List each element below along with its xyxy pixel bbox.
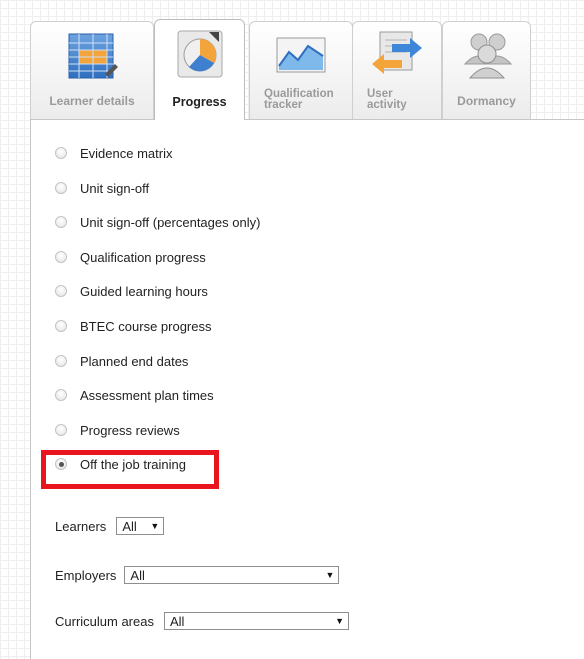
radio-label: Assessment plan times: [80, 388, 214, 404]
curriculum-areas-filter-label: Curriculum areas: [55, 613, 154, 629]
radio-button[interactable]: [55, 147, 67, 159]
radio-label: Unit sign-off: [80, 180, 150, 196]
tab-label: Dormancy: [457, 94, 516, 108]
tab-dormancy[interactable]: Dormancy: [442, 21, 531, 119]
curriculum-areas-filter: Curriculum areas All ▼: [55, 612, 349, 630]
learners-filter-label: Learners: [55, 518, 107, 534]
radio-button[interactable]: [55, 216, 67, 229]
radio-label: Evidence matrix: [80, 146, 173, 161]
employers-select[interactable]: All ▼: [124, 566, 340, 584]
radio-button[interactable]: [55, 423, 67, 436]
radio-label: Progress reviews: [80, 422, 180, 438]
tab-label: Qualification tracker: [250, 88, 352, 111]
learners-select-value: All: [122, 518, 137, 534]
user-activity-icon: [372, 31, 422, 74]
learners-select[interactable]: All ▼: [116, 517, 165, 535]
tab-label-line2: tracker: [264, 99, 303, 111]
progress-pie-chart-icon: [177, 30, 222, 78]
radio-button[interactable]: [55, 181, 67, 194]
tab-label-line2: activity: [367, 99, 407, 111]
radio-label: BTEC course progress: [80, 318, 212, 334]
tab-qualification-tracker[interactable]: Qualification tracker: [249, 21, 353, 119]
radio-option-evidence-matrix[interactable]: Evidence matrix: [55, 146, 260, 181]
radio-option-assessment-plan-times[interactable]: Assessment plan times: [55, 388, 260, 423]
radio-button[interactable]: [55, 354, 67, 367]
radio-option-progress-reviews[interactable]: Progress reviews: [55, 423, 260, 458]
employers-filter-label: Employers: [55, 567, 117, 583]
tab-label: Progress: [172, 95, 227, 109]
learner-details-icon: [68, 33, 118, 79]
radio-option-planned-end-dates[interactable]: Planned end dates: [55, 354, 260, 389]
learners-filter: Learners All ▼: [55, 517, 165, 535]
dormancy-users-icon: [463, 33, 512, 79]
tab-learner-details[interactable]: Learner details: [30, 21, 154, 119]
radio-button[interactable]: [55, 319, 67, 332]
curriculum-areas-select-value: All: [169, 613, 185, 629]
tab-label: User activity: [353, 88, 441, 111]
chevron-down-icon: ▼: [325, 570, 335, 580]
radio-button[interactable]: [55, 389, 67, 402]
chevron-down-icon: ▼: [150, 521, 160, 531]
radio-button-selected[interactable]: [55, 458, 67, 471]
radio-button[interactable]: [55, 250, 67, 263]
report-type-radio-group: Evidence matrix Unit sign-off Unit sign-…: [55, 146, 260, 492]
radio-label: Unit sign-off (percentages only): [80, 215, 261, 231]
radio-option-unit-sign-off-percentages[interactable]: Unit sign-off (percentages only): [55, 215, 260, 250]
radio-option-qualification-progress[interactable]: Qualification progress: [55, 250, 260, 285]
employers-filter: Employers All ▼: [55, 566, 340, 584]
report-options-panel: Evidence matrix Unit sign-off Unit sign-…: [30, 119, 584, 659]
report-tabs: Learner details Progress Qualification t…: [30, 19, 584, 120]
curriculum-areas-select[interactable]: All ▼: [163, 612, 349, 630]
tab-progress[interactable]: Progress: [154, 19, 245, 120]
radio-button[interactable]: [55, 285, 67, 298]
employers-select-value: All: [130, 567, 145, 583]
tab-user-activity[interactable]: User activity: [352, 21, 442, 119]
chevron-down-icon: ▼: [335, 616, 344, 626]
tab-label: Learner details: [49, 94, 135, 108]
radio-option-off-the-job-training[interactable]: Off the job training: [55, 457, 260, 492]
qualification-tracker-chart-icon: [276, 37, 326, 73]
radio-option-btec-course-progress[interactable]: BTEC course progress: [55, 319, 260, 354]
radio-option-unit-sign-off[interactable]: Unit sign-off: [55, 181, 260, 216]
radio-label: Planned end dates: [80, 353, 189, 369]
radio-option-guided-learning-hours[interactable]: Guided learning hours: [55, 284, 260, 319]
radio-label: Off the job training: [80, 457, 186, 473]
radio-label: Qualification progress: [80, 249, 206, 265]
radio-label: Guided learning hours: [80, 284, 208, 300]
